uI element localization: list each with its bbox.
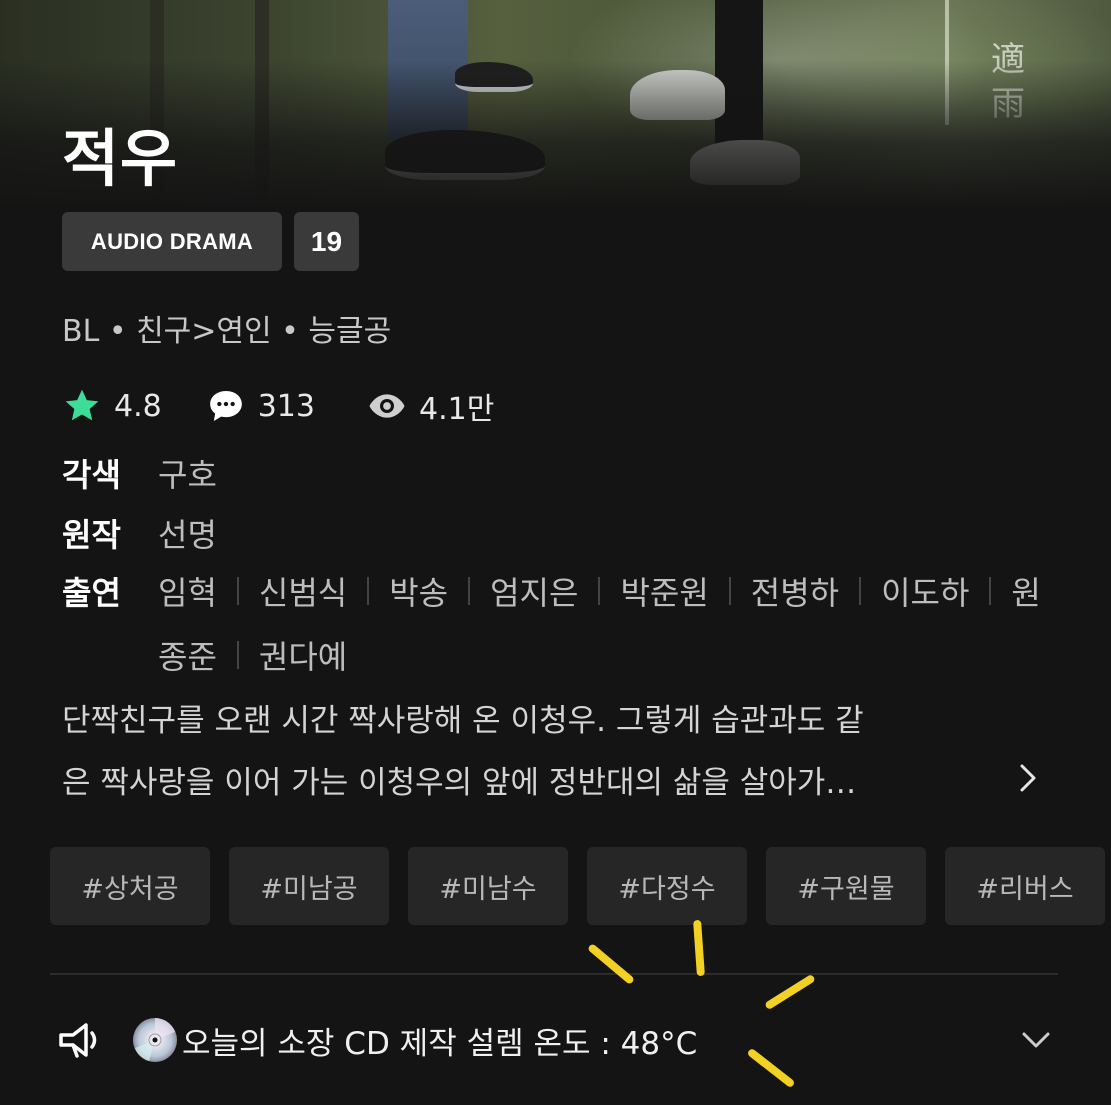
cast-row: 임혁 신범식 박송 엄지은 박준원 전병하 이도하 원 [158, 568, 1041, 614]
rating-value: 4.8 [114, 388, 162, 424]
cast-member[interactable]: 박준원 [620, 568, 708, 614]
cast-member[interactable]: 종준 [158, 632, 217, 678]
synopsis-line: 은 짝사랑을 이어 가는 이청우의 앞에 정반대의 삶을 살아가… [62, 765, 857, 801]
tag-list: #상처공 #미남공 #미남수 #다정수 #구원물 #리버스 [50, 847, 1105, 925]
separator [236, 577, 239, 605]
credit-label: 원작 [62, 516, 121, 554]
genre-keywords: BL • 친구>연인 • 능글공 [62, 314, 392, 349]
credit-original: 원작 선명 [62, 510, 217, 556]
tag-chip[interactable]: #미남공 [229, 847, 389, 925]
cast-member[interactable]: 이도하 [881, 568, 969, 614]
cast-member[interactable]: 권다예 [259, 632, 347, 678]
cast-member[interactable]: 전병하 [751, 568, 839, 614]
cd-icon [130, 1015, 180, 1065]
tag-chip[interactable]: #미남수 [408, 847, 568, 925]
separator [468, 577, 471, 605]
speaker-icon [50, 1012, 106, 1068]
separator [236, 641, 239, 669]
separator [728, 577, 731, 605]
comments-stat[interactable]: 313 [206, 386, 315, 426]
age-rating-badge: 19 [294, 212, 359, 271]
badge-group: AUDIO DRAMA 19 [62, 212, 359, 271]
cast-member[interactable]: 엄지은 [490, 568, 578, 614]
chevron-right-icon [1020, 764, 1036, 792]
synopsis-line: 단짝친구를 오랜 시간 짝사랑해 온 이청우. 그렇게 습관과도 같 [62, 703, 864, 739]
comments-count: 313 [257, 388, 315, 424]
expand-synopsis-button[interactable] [1005, 756, 1049, 800]
format-badge: AUDIO DRAMA [62, 212, 282, 271]
notice-text: 오늘의 소장 CD 제작 설렘 온도 : 48°C [182, 1025, 698, 1062]
page-title: 적우 [62, 122, 179, 195]
divider [50, 973, 1058, 975]
views-count: 4.1만 [418, 392, 495, 427]
sparkle-decoration [693, 919, 705, 977]
eye-icon [367, 386, 407, 426]
credit-value[interactable]: 선명 [158, 510, 217, 556]
stats-row: 4.8 313 4.1만 [62, 384, 494, 428]
tag-chip[interactable]: #리버스 [945, 847, 1105, 925]
credit-label: 출연 [62, 574, 121, 612]
synopsis[interactable]: 단짝친구를 오랜 시간 짝사랑해 온 이청우. 그렇게 습관과도 같 은 짝사랑… [62, 690, 1002, 814]
credit-label: 각색 [62, 456, 121, 494]
cast-member[interactable]: 신범식 [259, 568, 347, 614]
tag-chip[interactable]: #구원물 [766, 847, 926, 925]
cast-member[interactable]: 박송 [389, 568, 448, 614]
sparkle-decoration [764, 973, 816, 1011]
cast-row: 종준 권다예 [158, 632, 347, 678]
cast-member[interactable]: 임혁 [158, 568, 217, 614]
credit-value[interactable]: 구호 [158, 450, 217, 496]
separator [989, 577, 992, 605]
credit-adaptation: 각색 구호 [62, 450, 217, 496]
comment-icon [206, 386, 246, 426]
tag-chip[interactable]: #다정수 [587, 847, 747, 925]
chevron-down-icon[interactable] [1014, 1018, 1058, 1062]
tag-chip[interactable]: #상처공 [50, 847, 210, 925]
notice-bar[interactable]: 오늘의 소장 CD 제작 설렘 온도 : 48°C [50, 1010, 1060, 1070]
separator [598, 577, 601, 605]
star-icon [62, 386, 102, 426]
rating-stat: 4.8 [62, 386, 162, 426]
cast-member[interactable]: 원 [1011, 568, 1040, 614]
separator [859, 577, 862, 605]
separator [367, 577, 370, 605]
sparkle-decoration [586, 942, 636, 986]
views-stat: 4.1만 [367, 384, 494, 428]
